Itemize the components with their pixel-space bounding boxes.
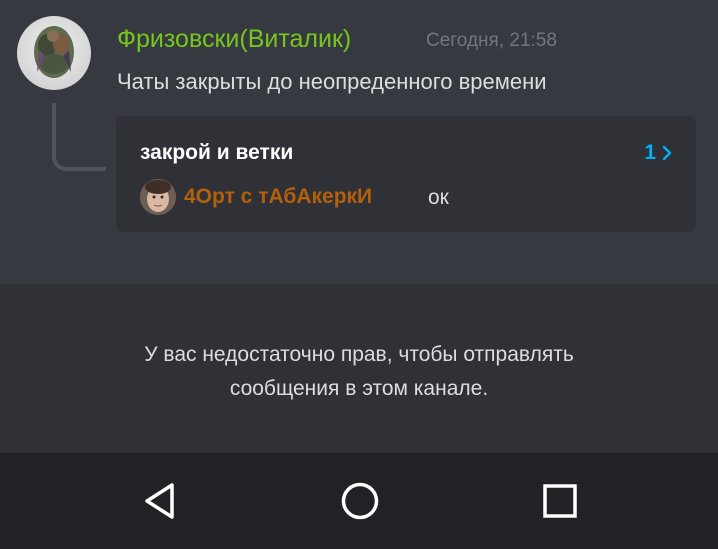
permission-notice-line2: сообщения в этом канале. — [229, 377, 489, 400]
thread-card[interactable]: закрой и ветки 1 4Орт с тАбАкеркИ ок — [116, 116, 696, 232]
author-avatar[interactable] — [17, 16, 91, 90]
permission-notice: У вас недостаточно прав, чтобы отправлят… — [0, 338, 718, 406]
nav-back-button[interactable] — [138, 479, 182, 523]
thread-count-value: 1 — [644, 141, 656, 164]
message-text: Чаты закрыты до неопреденного времени — [117, 69, 547, 94]
nav-home-button[interactable] — [338, 479, 382, 523]
reply-author-name[interactable]: 4Орт с тАбАкеркИ — [184, 182, 372, 212]
recents-square-icon — [543, 484, 577, 518]
chevron-right-icon — [662, 145, 672, 161]
reply-text: ок — [428, 186, 449, 209]
reply-author-avatar[interactable] — [140, 179, 176, 215]
thread-connector-line — [52, 103, 106, 171]
thread-title: закрой и ветки — [140, 141, 294, 164]
message-area: Фризовски(Виталик) Сегодня, 21:58 Чаты з… — [0, 0, 718, 284]
thread-message-count[interactable]: 1 — [644, 138, 672, 168]
message-timestamp: Сегодня, 21:58 — [426, 30, 557, 51]
back-triangle-icon — [145, 483, 174, 519]
permission-notice-line1: У вас недостаточно прав, чтобы отправлят… — [144, 343, 574, 366]
nav-recents-button[interactable] — [538, 479, 582, 523]
message-author[interactable]: Фризовски(Виталик) — [117, 22, 351, 56]
home-circle-icon — [341, 482, 379, 520]
system-navigation-bar — [0, 453, 718, 549]
composer-permission-area: У вас недостаточно прав, чтобы отправлят… — [0, 284, 718, 453]
